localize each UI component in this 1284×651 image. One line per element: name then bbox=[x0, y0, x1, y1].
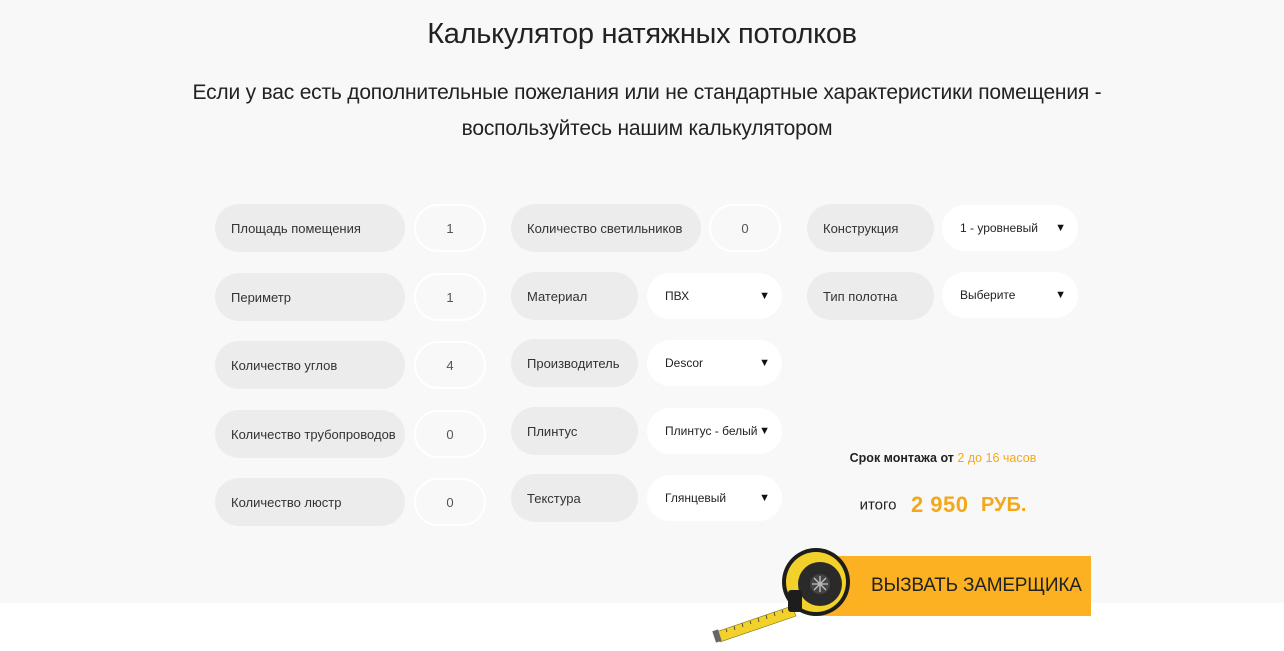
chevron-down-icon: ▼ bbox=[759, 290, 770, 302]
install-term-value: 2 до 16 часов bbox=[957, 451, 1037, 465]
area-input[interactable]: 1 bbox=[414, 204, 486, 252]
pipes-input[interactable]: 0 bbox=[414, 410, 486, 458]
corners-input[interactable]: 4 bbox=[414, 341, 486, 389]
pipes-label: Количество трубопроводов bbox=[215, 410, 405, 458]
subtitle-line-1: Если у вас есть дополнительные пожелания… bbox=[192, 81, 1102, 104]
texture-select[interactable]: Глянцевый ▼ bbox=[647, 475, 782, 521]
construction-select[interactable]: 1 - уровневый ▼ bbox=[942, 205, 1078, 251]
plinth-select[interactable]: Плинтус - белый ▼ bbox=[647, 408, 782, 454]
chevron-down-icon: ▼ bbox=[759, 492, 770, 504]
canvas-type-select-value: Выберите bbox=[960, 288, 1016, 302]
construction-label: Конструкция bbox=[807, 204, 934, 252]
plinth-label: Плинтус bbox=[511, 407, 638, 455]
total-price: итого 2 950 РУБ. bbox=[820, 492, 1066, 518]
material-select[interactable]: ПВХ ▼ bbox=[647, 273, 782, 319]
lamps-input[interactable]: 0 bbox=[709, 204, 781, 252]
chevron-down-icon: ▼ bbox=[759, 357, 770, 369]
chevron-down-icon: ▼ bbox=[1055, 222, 1066, 234]
material-label: Материал bbox=[511, 272, 638, 320]
canvas-type-label: Тип полотна bbox=[807, 272, 934, 320]
subtitle-line-2: воспользуйтесь нашим калькулятором bbox=[461, 117, 833, 140]
install-term: Срок монтажа от 2 до 16 часов bbox=[820, 451, 1066, 465]
canvas-type-select[interactable]: Выберите ▼ bbox=[942, 272, 1078, 318]
calculator-section: Калькулятор натяжных потолков Если у вас… bbox=[0, 0, 1284, 603]
call-measurer-button[interactable]: ВЫЗВАТЬ ЗАМЕРЩИКА bbox=[813, 556, 1091, 616]
manufacturer-select[interactable]: Descor ▼ bbox=[647, 340, 782, 386]
total-label: итого bbox=[859, 496, 897, 514]
material-select-value: ПВХ bbox=[665, 289, 690, 303]
call-measurer-label: ВЫЗВАТЬ ЗАМЕРЩИКА bbox=[871, 575, 1082, 596]
total-amount: 2 950 bbox=[910, 492, 969, 517]
construction-select-value: 1 - уровневый bbox=[960, 221, 1038, 235]
perimeter-label: Периметр bbox=[215, 273, 405, 321]
install-term-prefix: Срок монтажа от bbox=[849, 451, 954, 465]
chandeliers-input[interactable]: 0 bbox=[414, 478, 486, 526]
corners-label: Количество углов bbox=[215, 341, 405, 389]
total-currency: РУБ. bbox=[980, 493, 1027, 516]
chevron-down-icon: ▼ bbox=[759, 425, 770, 437]
texture-label: Текстура bbox=[511, 474, 638, 522]
area-label: Площадь помещения bbox=[215, 204, 405, 252]
manufacturer-select-value: Descor bbox=[665, 356, 704, 370]
lamps-label: Количество светильников bbox=[511, 204, 701, 252]
chevron-down-icon: ▼ bbox=[1055, 289, 1066, 301]
chandeliers-label: Количество люстр bbox=[215, 478, 405, 526]
page-title: Калькулятор натяжных потолков bbox=[427, 18, 857, 50]
plinth-select-value: Плинтус - белый bbox=[665, 424, 758, 438]
texture-select-value: Глянцевый bbox=[665, 491, 727, 505]
perimeter-input[interactable]: 1 bbox=[414, 273, 486, 321]
tape-measure-icon bbox=[712, 548, 850, 643]
manufacturer-label: Производитель bbox=[511, 339, 638, 387]
page-subtitle: Если у вас есть дополнительные пожелания… bbox=[192, 75, 1102, 147]
